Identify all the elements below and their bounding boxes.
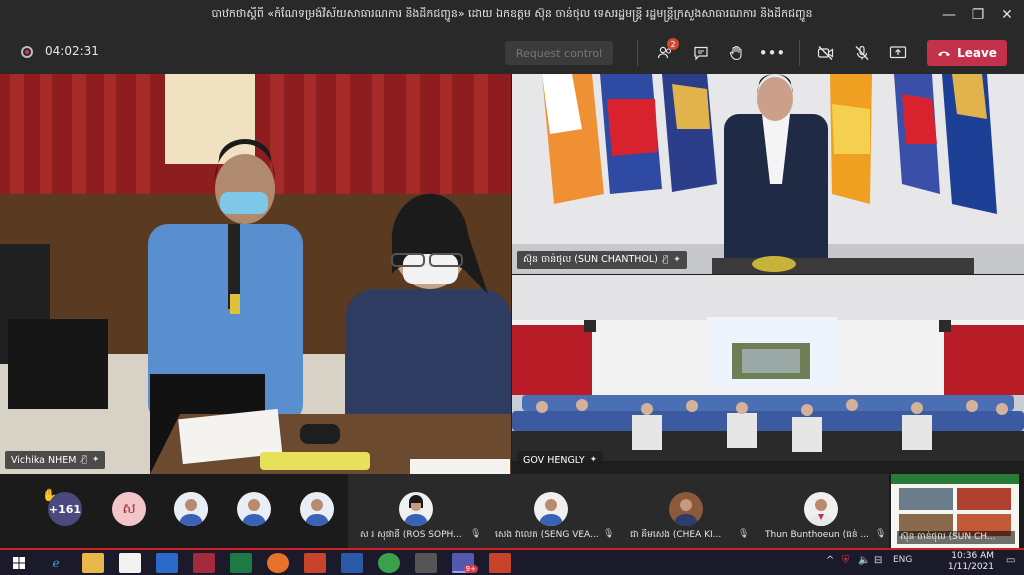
request-control-button[interactable]: Request control	[505, 41, 613, 65]
pin-icon: ✦	[91, 455, 100, 465]
window-title-bar: បាឋកថាស្តីពី «កំណែទម្រង់វិស័យសាធារណការ ន…	[0, 0, 1024, 30]
camera-toggle-button[interactable]	[814, 41, 838, 65]
chat-icon	[694, 46, 708, 61]
avatar	[669, 492, 703, 526]
avatar	[300, 492, 334, 526]
mic-off-icon: 🎙̸	[662, 255, 669, 265]
participant-cell[interactable]: ស រ សុផានី (ROS SOPH... 🎙	[348, 474, 483, 548]
participant-cell[interactable]	[160, 474, 222, 548]
avatar	[237, 492, 271, 526]
avatar	[399, 492, 433, 526]
access-taskbar-button[interactable]	[193, 553, 215, 573]
participant-name: ជា គឹមសេង (CHEA KI...	[630, 530, 722, 540]
windows-icon	[13, 557, 25, 569]
windows-taskbar: ℯ 9+ ^ ⛨ 🔈 ⊟ ENG 10:36 AM 1/11/2021 ▭	[0, 548, 1024, 575]
more-icon: •••	[758, 44, 786, 62]
participant-cell[interactable]: សេង វាលេត (SENG VEA... 🎙	[483, 474, 618, 548]
participant-cell[interactable]: Thun Bunthoeun (ធន់ ... 🎙	[753, 474, 889, 548]
meeting-toolbar: 04:02:31 Request control 2 ••• Leave	[0, 30, 1024, 74]
mic-off-icon	[855, 45, 869, 60]
video-tile-left[interactable]: Vichika NHEM 🎙̸ ✦	[0, 74, 511, 474]
participants-button[interactable]: 2	[653, 38, 679, 65]
clock-date: 1/11/2021	[947, 562, 994, 572]
chat-button[interactable]	[689, 41, 713, 65]
video-feed-top-right	[512, 74, 1024, 274]
more-participants-cell[interactable]: ✋ +161	[0, 474, 95, 548]
powerpoint-taskbar-button[interactable]	[304, 553, 326, 573]
left-tile-name: Vichika NHEM	[11, 454, 77, 466]
share-screen-button[interactable]	[886, 41, 910, 65]
avatar	[804, 492, 838, 526]
toolbar-divider	[637, 40, 638, 66]
bottom-right-tile-name: GOV HENGLY	[523, 454, 585, 466]
taskbar-clock[interactable]: 10:36 AM 1/11/2021	[948, 551, 994, 573]
mic-off-icon: 🎙	[603, 529, 615, 539]
top-right-tile-name: ស៊ុន ចាន់ថុល (SUN CHANTHOL)	[523, 254, 658, 265]
video-tile-top-right[interactable]: ស៊ុន ចាន់ថុល (SUN CHANTHOL) 🎙̸ ✦	[512, 74, 1024, 274]
top-right-tile-nameplate: ស៊ុន ចាន់ថុល (SUN CHANTHOL) 🎙̸ ✦	[517, 251, 687, 269]
overflow-count: +161	[48, 492, 82, 526]
edge-icon: ℯ	[52, 556, 60, 570]
shared-content-cell[interactable]: ស៊ុន ចាន់ថុល (SUN CH...	[891, 474, 1019, 548]
clock-time: 10:36 AM	[951, 551, 994, 561]
participants-strip: ✋ +161 ស ស រ សុផានី (ROS SOPH... 🎙 សេង វ…	[0, 474, 1024, 548]
video-tile-bottom-right[interactable]: GOV HENGLY ✦	[512, 275, 1024, 474]
video-feed-left	[0, 74, 511, 474]
volume-icon[interactable]: 🔈	[858, 555, 870, 566]
recording-icon	[21, 46, 33, 58]
left-tile-nameplate: Vichika NHEM 🎙̸ ✦	[5, 451, 106, 469]
participant-name: ស រ សុផានី (ROS SOPH...	[360, 530, 462, 540]
teams-taskbar-button[interactable]: 9+	[452, 553, 478, 573]
participant-initial: ស	[112, 492, 146, 526]
pin-icon: ✦	[673, 255, 681, 265]
participant-cell[interactable]: ជា គឹមសេង (CHEA KI... 🎙	[618, 474, 753, 548]
mic-off-icon: 🎙	[738, 529, 750, 539]
share-screen-icon	[889, 46, 907, 59]
firefox-taskbar-button[interactable]	[267, 553, 289, 573]
mail-taskbar-button[interactable]	[156, 553, 178, 573]
shared-content-label: ស៊ុន ចាន់ថុល (SUN CH...	[897, 531, 1015, 544]
avatar	[174, 492, 208, 526]
participant-cell[interactable]	[222, 474, 284, 548]
mic-toggle-button[interactable]	[850, 41, 874, 65]
raise-hand-button[interactable]	[724, 41, 748, 65]
security-icon[interactable]: ⛨	[842, 555, 850, 566]
leave-button[interactable]: Leave	[927, 40, 1007, 66]
toolbar-divider	[799, 40, 800, 66]
more-actions-button[interactable]: •••	[758, 41, 786, 65]
store-taskbar-button[interactable]	[119, 553, 141, 573]
window-title: បាឋកថាស្តីពី «កំណែទម្រង់វិស័យសាធារណការ ន…	[211, 7, 813, 20]
participants-badge: 2	[667, 38, 679, 50]
pin-icon: ✦	[589, 455, 598, 465]
language-indicator[interactable]: ENG	[893, 555, 912, 565]
bottom-right-tile-nameplate: GOV HENGLY ✦	[517, 451, 604, 469]
excel-taskbar-button[interactable]	[230, 553, 252, 573]
chrome-taskbar-button[interactable]	[378, 553, 400, 573]
notifications-icon[interactable]: ▭	[1006, 555, 1015, 566]
teams-badge: 9+	[463, 565, 478, 573]
tray-chevron-icon[interactable]: ^	[826, 555, 834, 566]
network-icon[interactable]: ⊟	[874, 555, 882, 566]
close-button[interactable]: ✕	[990, 0, 1024, 30]
participant-cell[interactable]: ស	[95, 474, 160, 548]
explorer-taskbar-button[interactable]	[82, 553, 104, 573]
participant-name: Thun Bunthoeun (ធន់ ...	[765, 530, 869, 540]
mic-off-icon: 🎙	[470, 529, 482, 539]
camera-off-icon	[817, 46, 834, 60]
raise-hand-icon	[729, 45, 742, 61]
avatar	[534, 492, 568, 526]
app-taskbar-button[interactable]	[489, 553, 511, 573]
leave-label: Leave	[957, 46, 997, 60]
participant-cell[interactable]	[284, 474, 348, 548]
video-feed-bottom-right	[512, 275, 1024, 474]
meeting-timer: 04:02:31	[45, 44, 99, 58]
start-button[interactable]	[8, 553, 30, 573]
participant-name: សេង វាលេត (SENG VEA...	[495, 530, 599, 540]
camera-taskbar-button[interactable]	[415, 553, 437, 573]
mic-off-icon: 🎙	[875, 529, 887, 539]
phone-icon	[938, 51, 951, 57]
word-taskbar-button[interactable]	[341, 553, 363, 573]
edge-taskbar-button[interactable]: ℯ	[45, 553, 67, 573]
mic-off-icon: 🎙̸	[81, 455, 87, 465]
